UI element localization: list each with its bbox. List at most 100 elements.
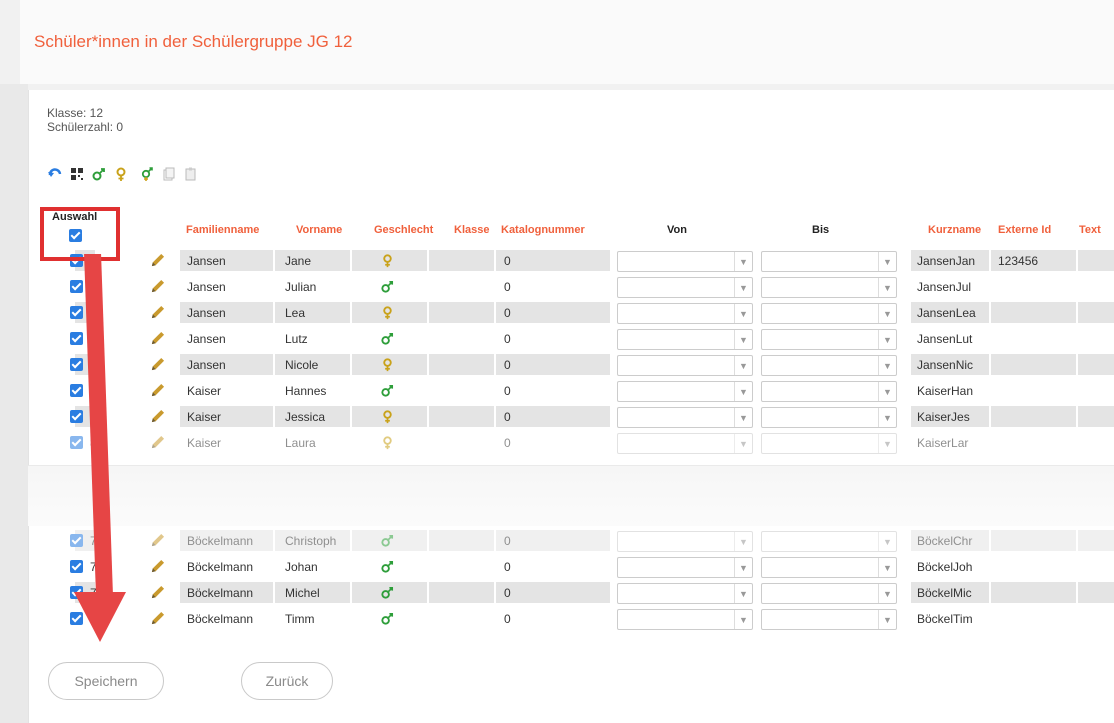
cell-familienname: Böckelmann bbox=[187, 559, 254, 574]
table-row[interactable]: 75 Böckelmann Johan 0 ▼ ▼ BöckelJoh bbox=[47, 554, 1114, 579]
paste-icon[interactable] bbox=[183, 166, 199, 182]
bis-dropdown[interactable]: ▼ bbox=[761, 583, 897, 604]
header-katalognummer[interactable]: Katalognummer bbox=[501, 224, 585, 236]
cell-vorname: Michel bbox=[285, 585, 320, 600]
von-dropdown[interactable]: ▼ bbox=[617, 609, 753, 630]
row-checkbox[interactable] bbox=[70, 384, 83, 397]
male-icon bbox=[380, 378, 395, 403]
header-familienname[interactable]: Familienname bbox=[186, 224, 259, 236]
female-icon bbox=[380, 352, 395, 377]
bis-dropdown[interactable]: ▼ bbox=[761, 609, 897, 630]
male-icon[interactable] bbox=[91, 166, 107, 182]
bis-dropdown[interactable]: ▼ bbox=[761, 355, 897, 376]
edit-pencil-icon[interactable] bbox=[150, 554, 165, 579]
header-von[interactable]: Von bbox=[667, 224, 687, 236]
table-row[interactable]: 4 Jansen Lutz 0 ▼ ▼ JansenLut bbox=[47, 326, 1114, 351]
male-icon bbox=[380, 554, 395, 579]
table-row[interactable]: 1 Jansen Jane 0 ▼ ▼ JansenJan 123456 bbox=[47, 248, 1114, 273]
bis-dropdown[interactable]: ▼ bbox=[761, 433, 897, 454]
header-bis[interactable]: Bis bbox=[812, 224, 829, 236]
von-dropdown[interactable]: ▼ bbox=[617, 531, 753, 552]
cell-kurzname: KaiserLar bbox=[917, 435, 969, 450]
edit-pencil-icon[interactable] bbox=[150, 274, 165, 299]
edit-pencil-icon[interactable] bbox=[150, 606, 165, 631]
cell-familienname: Böckelmann bbox=[187, 533, 254, 548]
cell-vorname: Jane bbox=[285, 253, 312, 268]
table-row[interactable]: 74 Böckelmann Christoph 0 ▼ ▼ BöckelChr bbox=[47, 528, 1114, 553]
von-dropdown[interactable]: ▼ bbox=[617, 381, 753, 402]
cell-vorname: Lea bbox=[285, 305, 306, 320]
table-row[interactable]: 3 Jansen Lea 0 ▼ ▼ JansenLea bbox=[47, 300, 1114, 325]
copy-icon[interactable] bbox=[161, 166, 177, 182]
row-checkbox[interactable] bbox=[70, 410, 83, 423]
table-row[interactable]: 5 Jansen Nicole 0 ▼ ▼ JansenNic bbox=[47, 352, 1114, 377]
von-dropdown[interactable]: ▼ bbox=[617, 329, 753, 350]
header-klasse[interactable]: Klasse bbox=[454, 224, 489, 236]
header-geschlecht[interactable]: Geschlecht bbox=[374, 224, 433, 236]
row-checkbox[interactable] bbox=[70, 534, 83, 547]
row-checkbox[interactable] bbox=[70, 436, 83, 449]
gender-diverse-icon[interactable] bbox=[139, 166, 155, 182]
cell-katalognummer: 0 bbox=[504, 305, 511, 320]
von-dropdown[interactable]: ▼ bbox=[617, 433, 753, 454]
von-dropdown[interactable]: ▼ bbox=[617, 355, 753, 376]
chevron-down-icon: ▼ bbox=[878, 278, 896, 297]
cell-katalognummer: 0 bbox=[504, 611, 511, 626]
table-row[interactable]: 2 Jansen Julian 0 ▼ ▼ JansenJul bbox=[47, 274, 1114, 299]
chevron-down-icon: ▼ bbox=[878, 252, 896, 271]
von-dropdown[interactable]: ▼ bbox=[617, 407, 753, 428]
row-checkbox[interactable] bbox=[70, 280, 83, 293]
von-dropdown[interactable]: ▼ bbox=[617, 251, 753, 272]
edit-pencil-icon[interactable] bbox=[150, 378, 165, 403]
edit-pencil-icon[interactable] bbox=[150, 430, 165, 455]
schuelerzahl-label: Schülerzahl: 0 bbox=[47, 120, 124, 134]
von-dropdown[interactable]: ▼ bbox=[617, 303, 753, 324]
von-dropdown[interactable]: ▼ bbox=[617, 583, 753, 604]
header-vorname[interactable]: Vorname bbox=[296, 224, 342, 236]
cell-vorname: Julian bbox=[285, 279, 317, 294]
table-row[interactable]: 76 Böckelmann Michel 0 ▼ ▼ BöckelMic bbox=[47, 580, 1114, 605]
chevron-down-icon: ▼ bbox=[878, 356, 896, 375]
von-dropdown[interactable]: ▼ bbox=[617, 557, 753, 578]
left-strip bbox=[0, 84, 28, 723]
table-row[interactable]: 8 Kaiser Laura 0 ▼ ▼ KaiserLar bbox=[47, 430, 1114, 455]
skipped-rows-gap bbox=[28, 466, 1114, 526]
cell-katalognummer: 0 bbox=[504, 533, 511, 548]
edit-pencil-icon[interactable] bbox=[150, 580, 165, 605]
bis-dropdown[interactable]: ▼ bbox=[761, 381, 897, 402]
row-checkbox[interactable] bbox=[70, 306, 83, 319]
bis-dropdown[interactable]: ▼ bbox=[761, 303, 897, 324]
table-row[interactable]: 7 Kaiser Jessica 0 ▼ ▼ KaiserJes bbox=[47, 404, 1114, 429]
row-checkbox[interactable] bbox=[70, 358, 83, 371]
edit-pencil-icon[interactable] bbox=[150, 404, 165, 429]
edit-pencil-icon[interactable] bbox=[150, 528, 165, 553]
bis-dropdown[interactable]: ▼ bbox=[761, 407, 897, 428]
edit-pencil-icon[interactable] bbox=[150, 248, 165, 273]
header-externe-id[interactable]: Externe Id bbox=[998, 224, 1051, 236]
table-row[interactable]: 7 Böckelmann Timm 0 ▼ ▼ BöckelTim bbox=[47, 606, 1114, 631]
row-checkbox[interactable] bbox=[70, 332, 83, 345]
chevron-down-icon: ▼ bbox=[878, 584, 896, 603]
bis-dropdown[interactable]: ▼ bbox=[761, 251, 897, 272]
table-row[interactable]: 6 Kaiser Hannes 0 ▼ ▼ KaiserHan bbox=[47, 378, 1114, 403]
edit-pencil-icon[interactable] bbox=[150, 300, 165, 325]
row-checkbox[interactable] bbox=[70, 560, 83, 573]
edit-pencil-icon[interactable] bbox=[150, 352, 165, 377]
bis-dropdown[interactable]: ▼ bbox=[761, 329, 897, 350]
save-button[interactable]: Speichern bbox=[48, 662, 164, 700]
undo-icon[interactable] bbox=[47, 166, 63, 182]
bis-dropdown[interactable]: ▼ bbox=[761, 557, 897, 578]
chevron-down-icon: ▼ bbox=[734, 356, 752, 375]
edit-pencil-icon[interactable] bbox=[150, 326, 165, 351]
select-all-checkbox[interactable] bbox=[69, 229, 82, 242]
female-icon[interactable] bbox=[113, 166, 129, 182]
qr-grid-icon[interactable] bbox=[69, 166, 85, 182]
von-dropdown[interactable]: ▼ bbox=[617, 277, 753, 298]
chevron-down-icon: ▼ bbox=[878, 532, 896, 551]
header-text[interactable]: Text bbox=[1079, 224, 1101, 236]
chevron-down-icon: ▼ bbox=[878, 382, 896, 401]
back-button[interactable]: Zurück bbox=[241, 662, 333, 700]
bis-dropdown[interactable]: ▼ bbox=[761, 531, 897, 552]
bis-dropdown[interactable]: ▼ bbox=[761, 277, 897, 298]
header-kurzname[interactable]: Kurzname bbox=[928, 224, 981, 236]
